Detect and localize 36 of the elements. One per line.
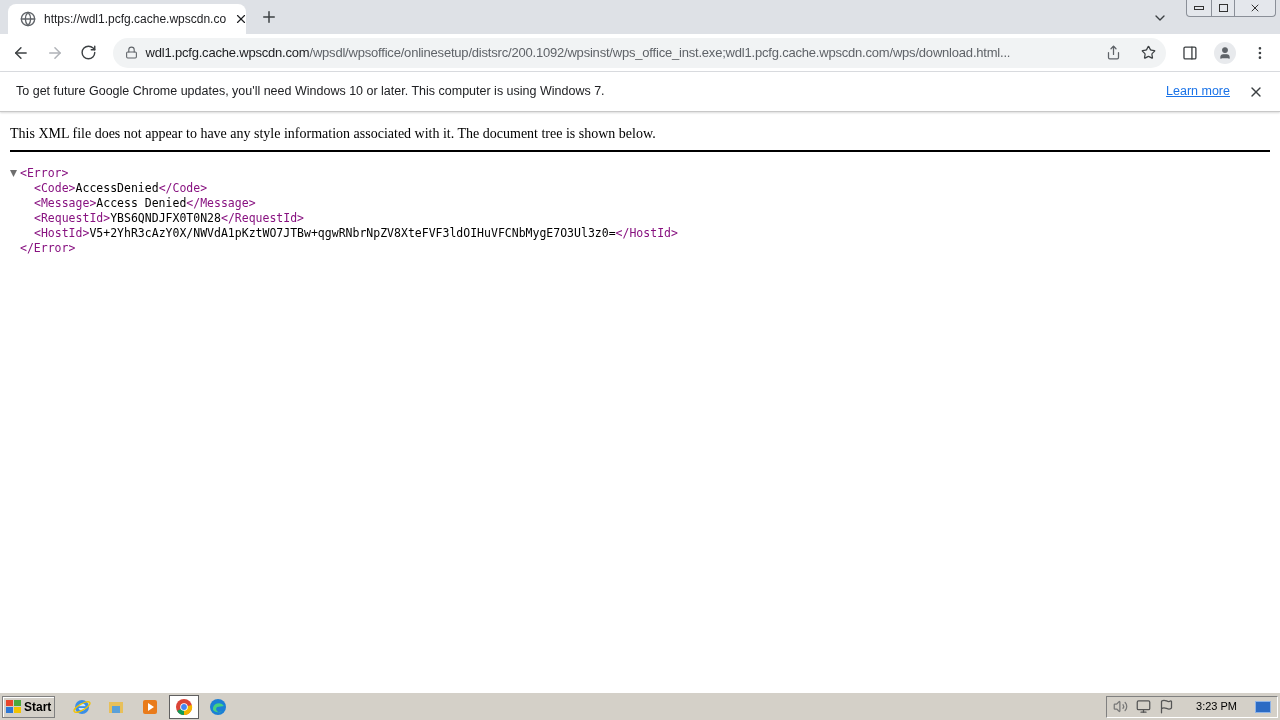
xml-element-line: <RequestId>YBS6QNDJFX0T0N28</RequestId> [33,211,306,226]
learn-more-link[interactable]: Learn more [1166,82,1230,101]
show-desktop-button[interactable] [1255,700,1271,713]
xml-element-line: <HostId>V5+2YhR3cAzY0X/NWVdA1pKztWO7JTBw+qgwRNbrNpZV8XteFVF3ldOIHuVFCNbMygE7O3Ul3z0=</HostId> [33,226,679,241]
speaker-icon[interactable] [1113,699,1129,714]
browser-e-icon [73,697,92,716]
start-button[interactable]: Start [2,695,56,718]
reload-icon[interactable] [79,44,97,61]
close-icon [1249,2,1261,14]
xml-close-tag: </Error> [0,241,1270,256]
xml-element-line: <Message>Access Denied</Message> [33,196,257,211]
flag-icon[interactable] [1159,699,1175,714]
update-warning-text: To get future Google Chrome updates, you'll need Windows 10 or later. This computer is using Windows 7. [16,83,606,101]
collapse-triangle-icon[interactable] [10,170,17,177]
play-icon [141,697,160,716]
new-tab-icon[interactable] [260,8,278,26]
tab-title: https://wdl1.pcfg.cache.wpscdn.co [44,11,227,28]
windows-logo-icon [6,699,22,714]
maximize-button[interactable] [1211,0,1235,16]
edge-logo-icon [209,697,228,716]
xml-style-notice: This XML file does not appear to have any style information associated with it. The document tree is shown below. [10,123,1270,152]
profile-avatar[interactable] [1214,41,1237,64]
side-panel-icon[interactable] [1182,44,1199,61]
clock-text: 3:23 PM [1196,699,1237,715]
xml-element-line: <Code>AccessDenied</Code> [33,181,209,196]
xml-open-tag: <Error> [20,166,69,181]
address-bar[interactable]: wdl1.pcfg.cache.wpscdn.com/wpsdl/wpsoffice/onlinesetup/distsrc/200.1092/wpsinst/wps_office_inst.exe;wdl1.pcfg.cache.wpscdn.com/wps/download.html... [112,37,1167,68]
bookmark-star-icon[interactable] [1141,45,1157,60]
chrome-logo-icon [175,697,194,716]
globe-icon [20,11,36,27]
url-text: wdl1.pcfg.cache.wpscdn.com/wpsdl/wpsoffice/onlinesetup/distsrc/200.1092/wpsinst/wps_office_inst.exe;wdl1.pcfg.cache.wpscdn.com/wps/download.html... [145,43,1012,62]
browser-tab[interactable]: https://wdl1.pcfg.cache.wpscdn.co [8,4,246,34]
lock-icon [124,46,138,59]
network-icon[interactable] [1136,699,1152,714]
taskbar-app-button[interactable] [169,694,200,719]
share-icon[interactable] [1106,45,1122,60]
